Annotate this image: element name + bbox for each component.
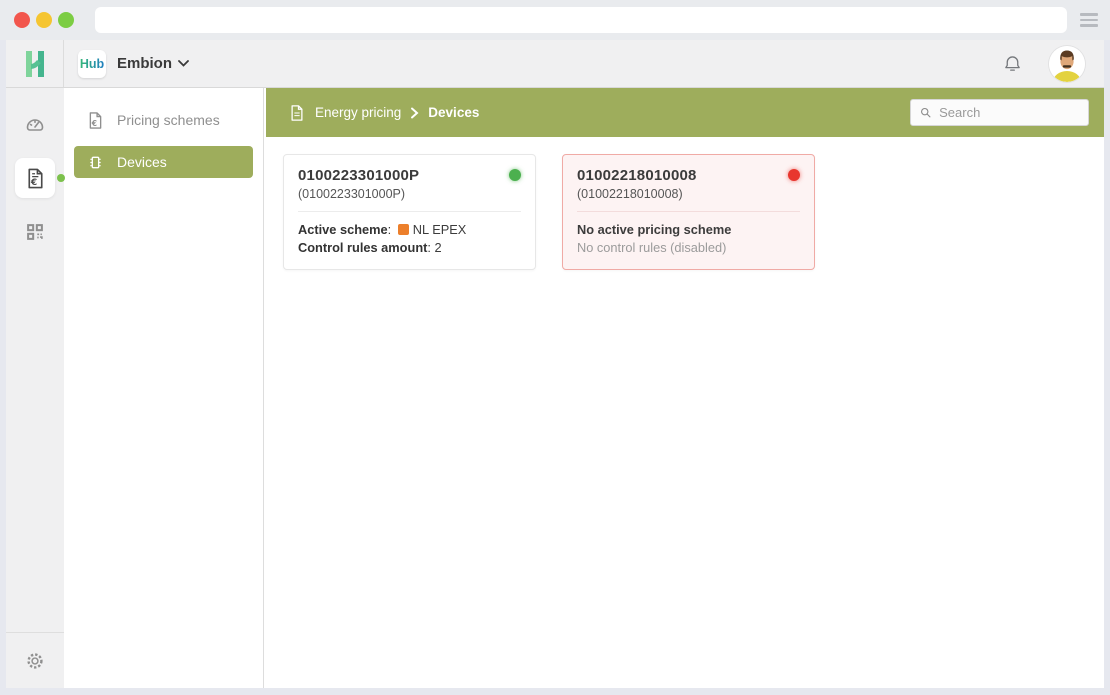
device-card[interactable]: 01002218010008 (01002218010008) No activ… <box>562 154 815 270</box>
grid-icon <box>24 221 46 243</box>
device-card-list: 0100223301000P (0100223301000P) Active s… <box>264 137 1104 688</box>
device-name: 01002218010008 <box>577 167 697 184</box>
hub-badge: Hub <box>78 50 106 78</box>
breadcrumb-link-energy-pricing[interactable]: Energy pricing <box>315 105 401 120</box>
active-scheme-row: Active scheme: NL EPEX <box>298 221 521 239</box>
search-box[interactable] <box>910 99 1089 126</box>
workspace-switcher[interactable]: Embion <box>117 55 189 72</box>
nav-settings[interactable] <box>6 632 64 688</box>
nav-apps[interactable] <box>15 212 55 252</box>
sidebar-item-devices[interactable]: Devices <box>74 146 253 178</box>
nav-dashboard[interactable] <box>15 104 55 144</box>
app-header: Hub Embion <box>6 40 1104 88</box>
breadcrumb-bar: Energy pricing Devices <box>266 88 1104 137</box>
no-rules-text: No control rules (disabled) <box>577 239 800 257</box>
chip-icon <box>86 153 105 172</box>
device-id: (0100223301000P) <box>298 187 521 201</box>
gauge-icon <box>23 112 47 136</box>
h-logo-icon <box>22 49 48 79</box>
main-panel: Energy pricing Devices 01 <box>264 88 1104 688</box>
close-window-button[interactable] <box>14 12 30 28</box>
card-divider <box>298 211 521 212</box>
chevron-down-icon <box>178 60 189 67</box>
document-euro-icon: € <box>86 111 105 130</box>
svg-text:€: € <box>29 178 36 188</box>
card-divider <box>577 211 800 212</box>
search-input[interactable] <box>939 105 1080 120</box>
search-icon <box>919 105 932 120</box>
control-rules-count: 2 <box>435 240 442 255</box>
window-controls <box>14 12 74 28</box>
maximize-window-button[interactable] <box>58 12 74 28</box>
sidebar-item-label: Devices <box>117 154 167 170</box>
status-dot-online <box>509 169 521 181</box>
no-scheme-text: No active pricing scheme <box>577 221 800 239</box>
breadcrumb-chevron-icon <box>410 107 419 119</box>
notifications-bell-icon[interactable] <box>1002 53 1023 74</box>
notification-dot <box>57 174 65 182</box>
svg-text:€: € <box>91 118 97 127</box>
user-avatar[interactable] <box>1049 46 1085 82</box>
device-name: 0100223301000P <box>298 167 419 184</box>
breadcrumb-current: Devices <box>428 105 479 120</box>
device-card[interactable]: 0100223301000P (0100223301000P) Active s… <box>283 154 536 270</box>
workspace-name: Embion <box>117 55 172 72</box>
gear-icon <box>24 650 46 672</box>
scheme-name: NL EPEX <box>413 222 467 237</box>
breadcrumb: Energy pricing Devices <box>288 104 479 122</box>
control-rules-row: Control rules amount: 2 <box>298 239 521 257</box>
invoice-euro-icon: € <box>24 167 47 190</box>
sidebar: € Pricing schemes Devices <box>64 88 264 688</box>
status-dot-alert <box>788 169 800 181</box>
document-icon <box>288 104 306 122</box>
device-id: (01002218010008) <box>577 187 800 201</box>
sidebar-item-label: Pricing schemes <box>117 112 220 128</box>
app-logo[interactable] <box>6 40 64 87</box>
browser-chrome <box>0 0 1110 40</box>
nav-energy-pricing[interactable]: € <box>15 158 55 198</box>
sidebar-item-pricing-schemes[interactable]: € Pricing schemes <box>74 104 253 136</box>
app-window: Hub Embion <box>6 40 1104 688</box>
minimize-window-button[interactable] <box>36 12 52 28</box>
address-bar[interactable] <box>95 7 1067 33</box>
browser-menu-icon[interactable] <box>1080 13 1098 27</box>
nav-rail: € <box>6 88 64 688</box>
scheme-color-swatch <box>398 224 409 235</box>
